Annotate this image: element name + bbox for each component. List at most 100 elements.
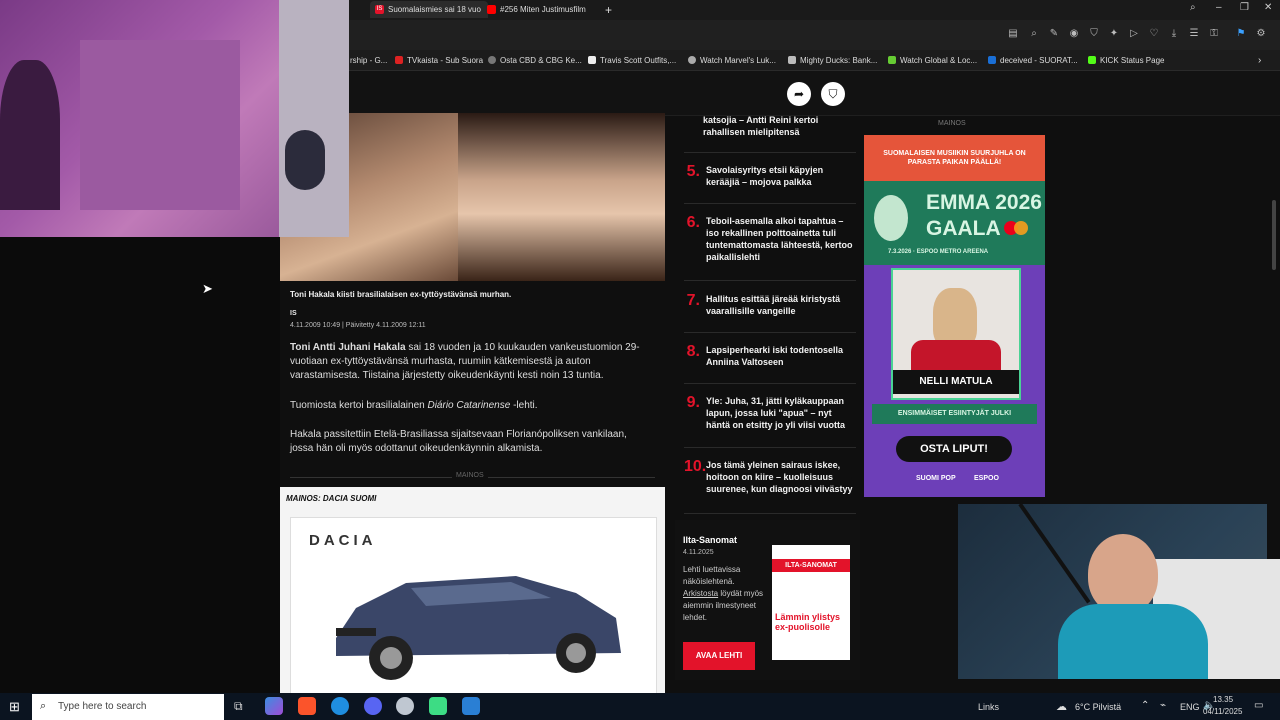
duck-icon [788,56,796,64]
kick-icon [1088,56,1096,64]
bookmark-item[interactable]: rship - G... [350,53,387,67]
promo-line: Lehti luettavissa näköislehtenä. [683,565,741,586]
maximize-icon[interactable]: ❐ [1240,2,1249,13]
clock-date[interactable]: 04/11/2025 [1203,707,1242,716]
bookmark-item[interactable]: Watch Global & Loc... [888,53,977,67]
archive-link[interactable]: Arkistosta [683,589,718,598]
extension-icon[interactable]: ✦ [1107,27,1121,41]
list-number: 6. [686,214,700,231]
emma-gaala-ad[interactable]: SUOMALAISEN MUSIIKIN SUURJUHLA ON PARAST… [864,135,1045,497]
dacia-ad[interactable]: MAINOS: DACIA SUOMI DACIA [280,487,665,695]
app-icon[interactable] [396,697,414,715]
app-icon[interactable] [429,697,447,715]
ad-title-block: EMMA 2026 GAALA 7.3.2026 · ESPOO METRO A… [864,181,1045,265]
figurine [285,130,325,190]
camera-icon[interactable]: ◉ [1067,27,1081,41]
wall-panel [279,0,349,237]
settings-icon[interactable]: ⚙ [1254,27,1268,41]
weather-text[interactable]: 6°C Pilvistä [1075,702,1121,712]
person-head [1088,534,1158,614]
bookmark-item[interactable]: KICK Status Page [1088,53,1164,67]
mouse-cursor: ➤ [202,281,213,296]
list-item[interactable]: 9. Yle: Juha, 31, jätti kyläkauppaan lapu… [684,395,854,431]
new-tab-button[interactable]: + [600,1,622,18]
taskbar-search[interactable]: ⌕ Type here to search [32,694,224,720]
divider [684,203,856,204]
divider [684,447,856,448]
zoom-icon[interactable]: ⌕ [1027,27,1041,41]
lock-icon[interactable]: ⚿ [1207,27,1221,41]
artist-gloves [911,340,1001,370]
edit-icon[interactable]: ✎ [1047,27,1061,41]
edge-icon[interactable] [331,697,349,715]
task-view-icon[interactable]: ⧉ [234,699,243,714]
close-icon[interactable]: ✕ [1264,2,1272,13]
list-item-partial[interactable]: katsojia – Antti Reini kertoi rahallisen… [703,114,853,138]
tray-chevron-icon[interactable]: ⌃ [1141,700,1149,711]
menu-icon[interactable]: ☰ [1187,27,1201,41]
discord-icon[interactable] [364,697,382,715]
promo-title: Ilta-Sanomat [683,535,738,545]
notification-icon[interactable]: ▭ [1254,700,1263,711]
paper-cover[interactable]: ILTA-SANOMAT Lämmin ylistys ex-puolisoll… [772,545,850,660]
list-text: Yle: Juha, 31, jätti kyläkauppaan lapun,… [706,396,846,430]
paragraph-text: Tuomiosta kertoi brasilialainen [290,400,428,411]
list-text: Jos tämä yleinen sairaus iskee, hoitoon … [706,460,853,494]
espoo-logo: ESPOO [974,475,999,482]
vpn-icon[interactable]: ⚑ [1234,27,1248,41]
list-item[interactable]: 5. Savolaisyritys etsii käpyjen kerääjiä … [684,164,854,188]
network-icon[interactable]: ⌁ [1160,700,1166,711]
cloud-icon[interactable]: ☁ [1056,700,1067,713]
bookmark-item[interactable]: deceived - SUORAT... [988,53,1078,67]
language-indicator[interactable]: ENG [1180,702,1200,712]
kitchen-cabinets [80,40,240,210]
tab-article[interactable]: IS Suomalaismies sai 18 vuo [370,1,488,18]
list-item[interactable]: 7. Hallitus esittää järeää kiristystä vaa… [684,293,854,317]
buy-tickets-button[interactable]: OSTA LIPUT! [896,436,1012,462]
bookmark-label: Osta CBD & CBG Ke... [500,55,582,65]
list-number: 10. [684,458,707,475]
bookmark-item[interactable]: Watch Marvel's Luk... [688,53,776,67]
clock-time[interactable]: 13.35 [1213,695,1233,704]
person-silhouette [0,60,60,210]
minimize-icon[interactable]: – [1216,2,1222,13]
bookmark-item[interactable]: TVkaista - Sub Suora [395,53,483,67]
divider [684,152,856,153]
bookmark-item[interactable]: Travis Scott Outfits,... [588,53,676,67]
taskbar-links[interactable]: Links [978,702,999,712]
play-icon[interactable]: ▷ [1127,27,1141,41]
reader-icon[interactable]: ▤ [1006,27,1020,41]
shield-icon[interactable]: ⛉ [1087,27,1101,41]
tab-youtube[interactable]: #256 Miten Justimusfilm [482,1,604,18]
copilot-icon[interactable] [265,697,283,715]
mastercard-icon [1014,221,1028,235]
tab-label: Suomalaismies sai 18 vuo [388,5,481,14]
brave-browser-icon[interactable] [298,697,316,715]
search-tabs-icon[interactable]: ⌕ [1190,2,1196,13]
bookmark-item[interactable]: Mighty Ducks: Bank... [788,53,877,67]
list-item[interactable]: 6. Teboil-asemalla alkoi tapahtua – iso r… [684,215,854,263]
page-scrollbar[interactable] [1272,200,1276,270]
download-icon[interactable]: ⤓ [1167,27,1181,41]
page-icon [988,56,996,64]
share-icon[interactable]: ➦ [787,82,811,106]
list-item[interactable]: 8. Lapsiperhearki iski todentosella Annii… [684,344,854,368]
car-image [336,576,621,680]
bookmark-item[interactable]: Osta CBD & CBG Ke... [488,53,582,67]
bookmarks-more-icon[interactable]: › [1258,53,1261,67]
stream-icon [688,56,696,64]
youtube-icon [487,5,496,14]
windows-start-icon[interactable]: ⊞ [9,699,20,715]
list-text: Hallitus esittää järeää kiristystä vaara… [706,294,841,316]
webcam-overlay-left [0,0,349,237]
bookmark-label: TVkaista - Sub Suora [407,55,484,65]
photo-woman [458,113,665,281]
bookmark-save-icon[interactable]: ⛉ [821,82,845,106]
open-paper-button[interactable]: AVAA LEHTI [683,642,755,670]
page-icon [588,56,596,64]
person-name: Toni Antti Juhani Hakala [290,342,406,353]
app-icon[interactable] [462,697,480,715]
heart-icon[interactable]: ♡ [1147,27,1161,41]
list-item[interactable]: 10. Jos tämä yleinen sairaus iskee, hoito… [684,459,854,495]
ad-mainos-label: MAINOS [938,120,966,127]
